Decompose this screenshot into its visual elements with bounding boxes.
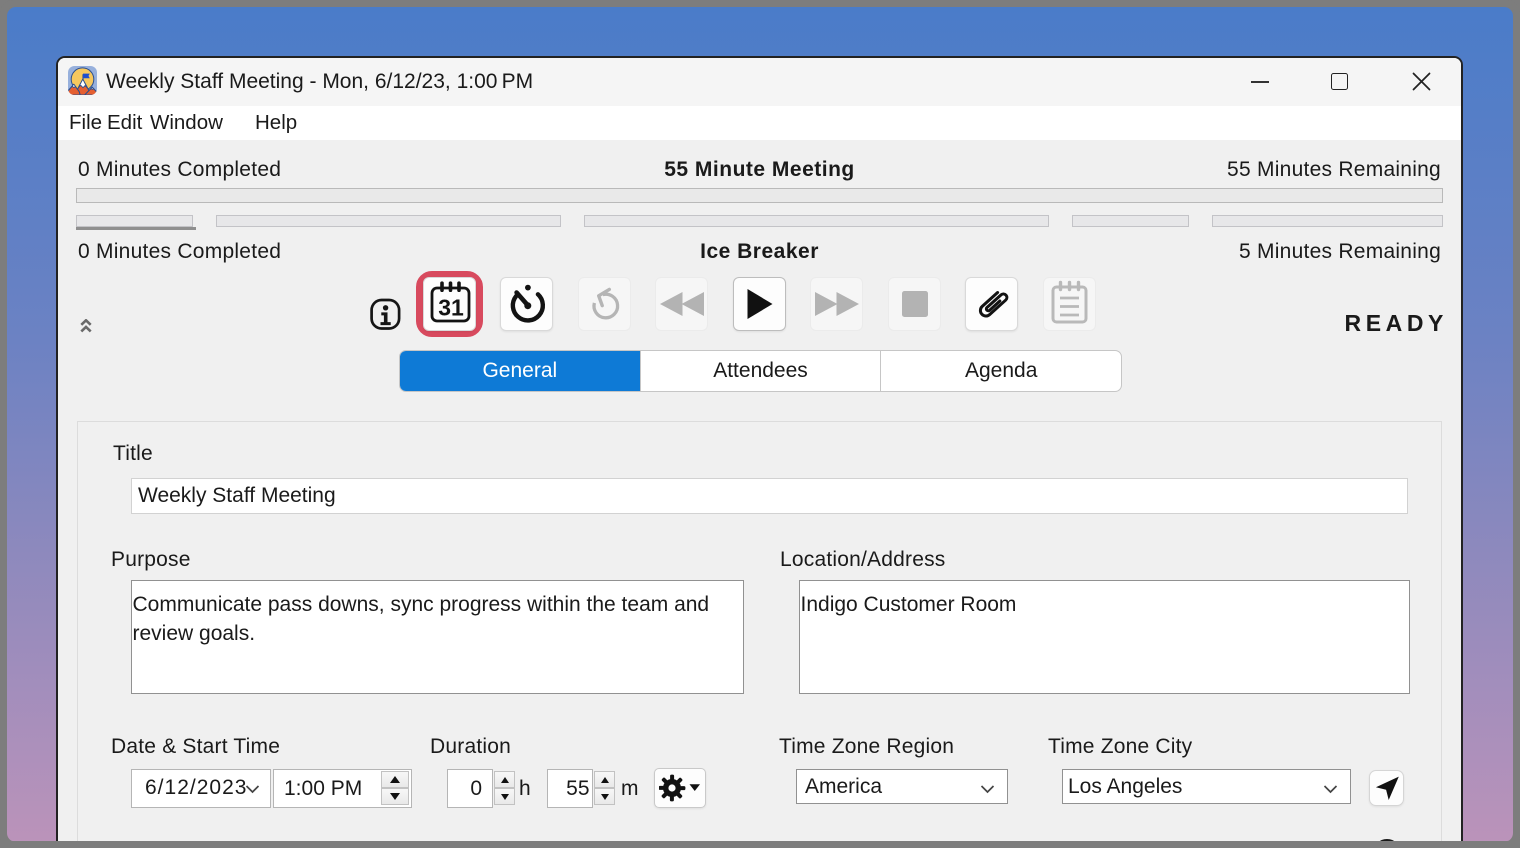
svg-text:31: 31	[438, 295, 464, 321]
